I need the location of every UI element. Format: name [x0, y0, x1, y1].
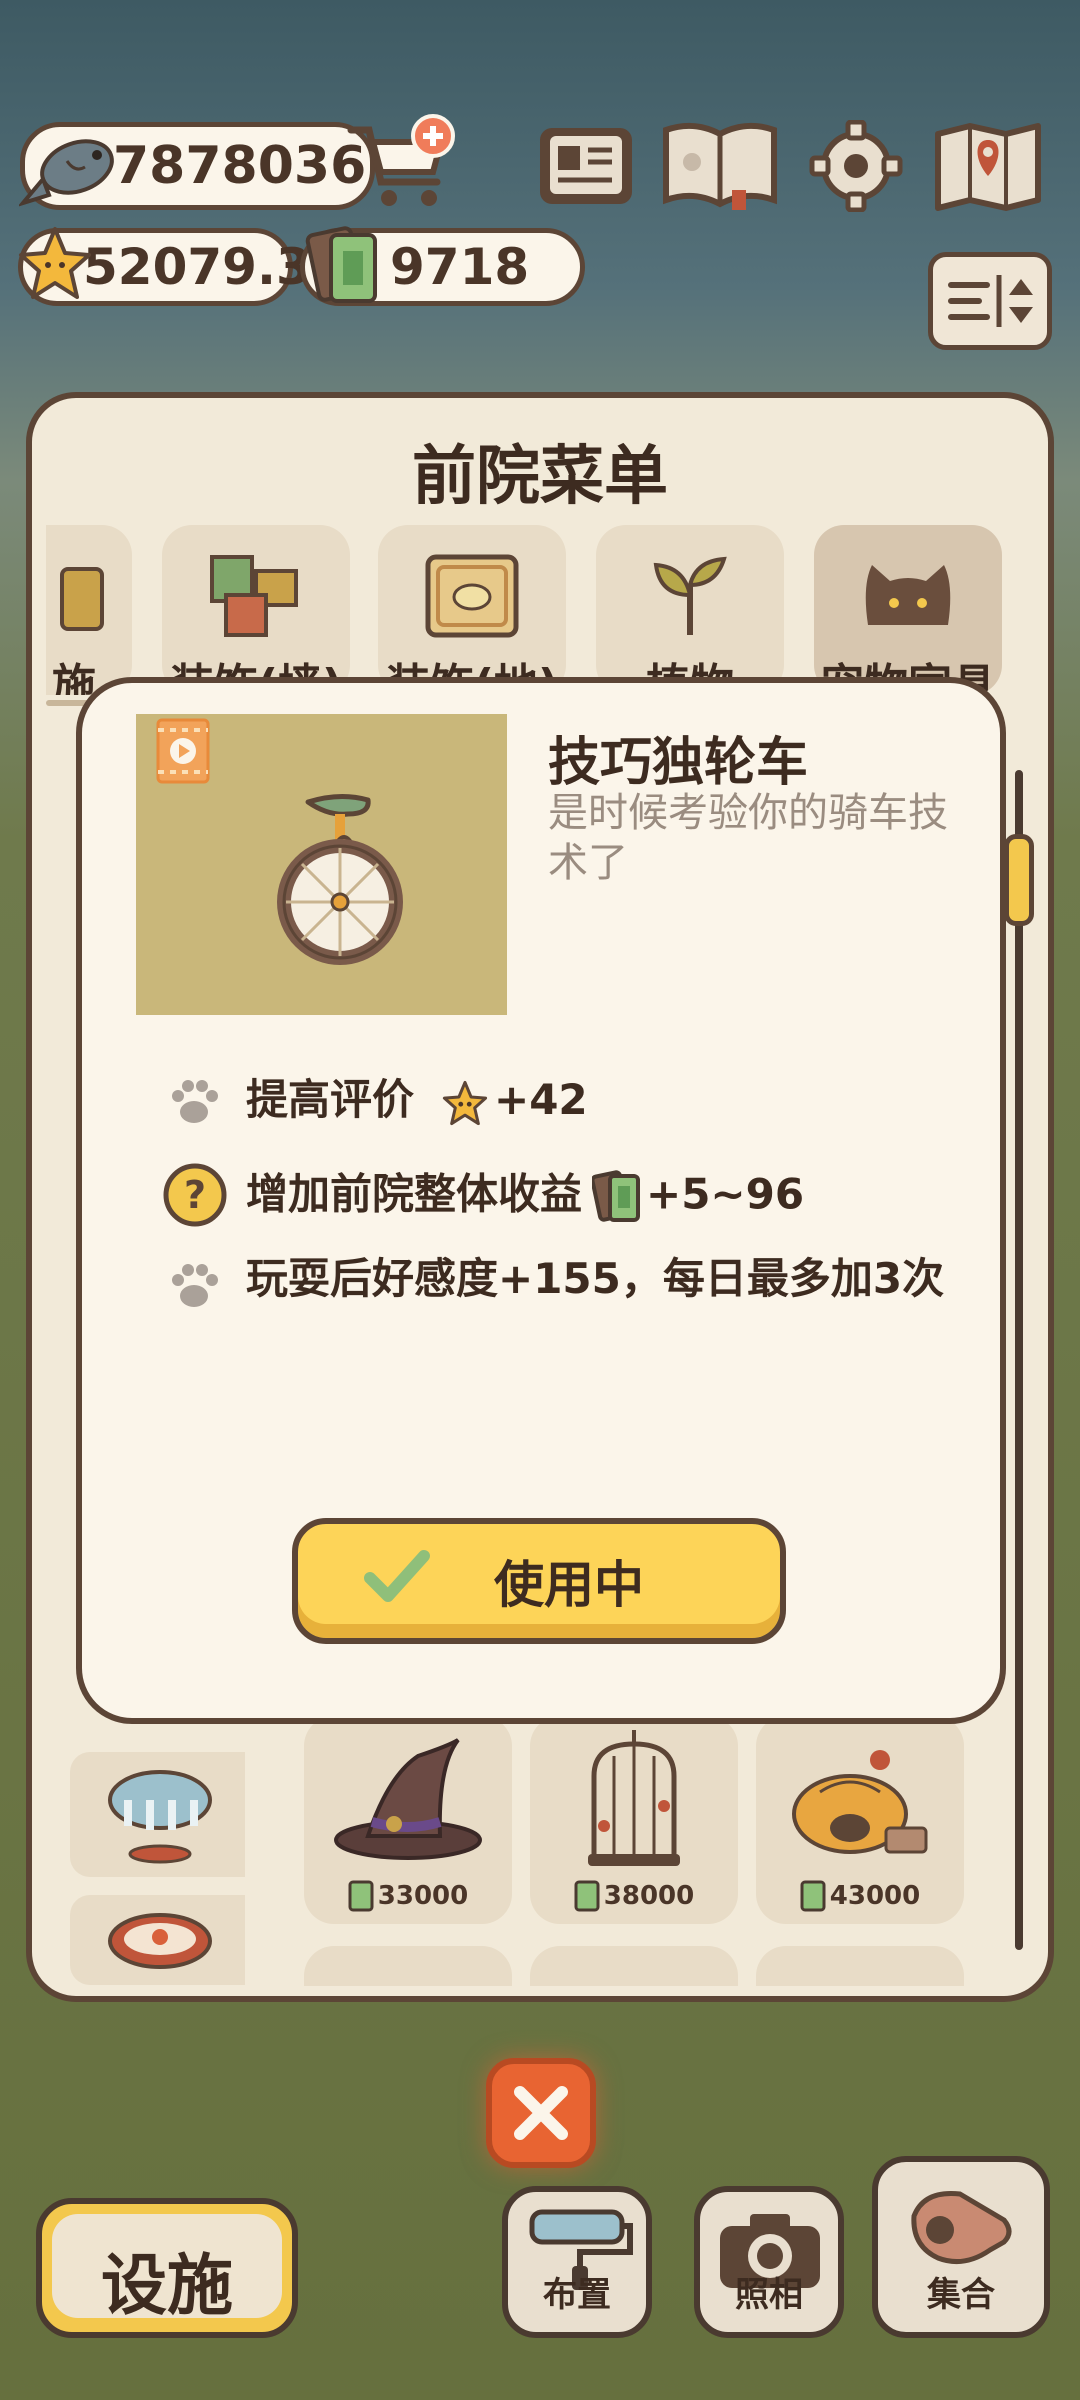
book-icon[interactable]	[660, 120, 780, 212]
paw-icon	[172, 1080, 218, 1123]
item-description: 是时候考验你的骑车技术了	[548, 790, 948, 886]
ticket-icon	[348, 1880, 374, 1912]
stat-income: 增加前院整体收益 +5~96	[246, 1168, 804, 1226]
shop-cart-button[interactable]	[345, 112, 460, 212]
ticket-currency: 9718	[300, 226, 585, 306]
svg-text:?: ?	[184, 1173, 206, 1217]
item-title: 技巧独轮车	[548, 733, 809, 793]
check-icon	[364, 1550, 430, 1602]
side-item-cake-stand[interactable]	[70, 1895, 245, 1985]
pumpkin-house-icon	[792, 1750, 928, 1854]
settings-gear-icon[interactable]	[806, 120, 906, 212]
unicycle-icon	[277, 794, 403, 965]
photo-button[interactable]: 照相	[694, 2186, 844, 2338]
shop-item-partial[interactable]	[756, 1946, 964, 1986]
ticket-icon	[592, 1170, 641, 1222]
cat-face-icon	[865, 565, 951, 625]
wall-decor-icon	[210, 555, 298, 637]
newspaper-icon[interactable]	[536, 120, 636, 212]
panel-title: 前院菜单	[412, 440, 668, 514]
plant-icon	[653, 556, 727, 635]
close-icon	[514, 2086, 568, 2140]
fish-icon	[19, 139, 114, 207]
stat-rating: 提高评价 +42	[246, 1075, 588, 1125]
facility-icon	[60, 567, 104, 631]
shop-item-pumpkin-house[interactable]: 43000	[756, 1716, 964, 1924]
help-question-icon[interactable]: ?	[162, 1162, 228, 1228]
floor-decor-icon	[425, 554, 519, 638]
star-currency: 52079.3	[18, 227, 311, 306]
price-label: 38000	[530, 1880, 738, 1912]
paw-icon	[172, 1264, 218, 1307]
map-icon[interactable]	[932, 120, 1044, 212]
cake-stand-icon	[108, 1913, 212, 1969]
shop-item-partial[interactable]	[304, 1946, 512, 1986]
stat-affection: 玩耍后好感度+155，每日最多加3次	[246, 1254, 945, 1303]
tab-pet-furniture[interactable]: 宠物家具	[814, 525, 1002, 695]
sort-icon	[948, 275, 1033, 327]
tab-wall-decor[interactable]: 装饰(墙)	[162, 525, 350, 695]
scrollbar-track[interactable]	[1015, 770, 1023, 1950]
video-play-icon[interactable]	[156, 718, 210, 784]
facility-button[interactable]: 设施	[36, 2198, 298, 2338]
item-preview-image	[136, 714, 507, 1015]
in-use-button[interactable]: 使用中	[292, 1518, 786, 1644]
price-label: 43000	[756, 1880, 964, 1912]
side-drawer-handle[interactable]	[1004, 834, 1034, 926]
tab-facility[interactable]: 施	[46, 525, 132, 695]
star-icon	[19, 227, 91, 299]
shop-item-witch-hat[interactable]: 33000	[304, 1716, 512, 1924]
ticket-icon	[305, 226, 377, 303]
ticket-icon	[574, 1880, 600, 1912]
shop-item-partial[interactable]	[530, 1946, 738, 1986]
layout-button[interactable]: 布置	[502, 2186, 652, 2338]
fish-count: 7878036	[113, 136, 367, 196]
star-count: 52079.3	[83, 238, 311, 296]
ticket-count: 9718	[390, 238, 530, 296]
star-icon	[442, 1080, 488, 1125]
bird-cage-icon	[588, 1730, 680, 1866]
shop-item-bird-cage[interactable]: 38000	[530, 1716, 738, 1924]
sort-toggle-button[interactable]	[928, 252, 1052, 350]
witch-hat-icon	[334, 1738, 482, 1860]
ticket-icon	[800, 1880, 826, 1912]
umbrella-table-icon	[108, 1770, 212, 1864]
side-item-umbrella-table[interactable]	[70, 1752, 245, 1877]
tab-plants[interactable]: 植物	[596, 525, 784, 695]
close-button[interactable]	[486, 2058, 596, 2168]
tab-floor-decor[interactable]: 装饰(地)	[378, 525, 566, 695]
gather-button[interactable]: 集合	[872, 2156, 1050, 2338]
price-label: 33000	[304, 1880, 512, 1912]
fish-currency: 7878036	[19, 122, 375, 210]
